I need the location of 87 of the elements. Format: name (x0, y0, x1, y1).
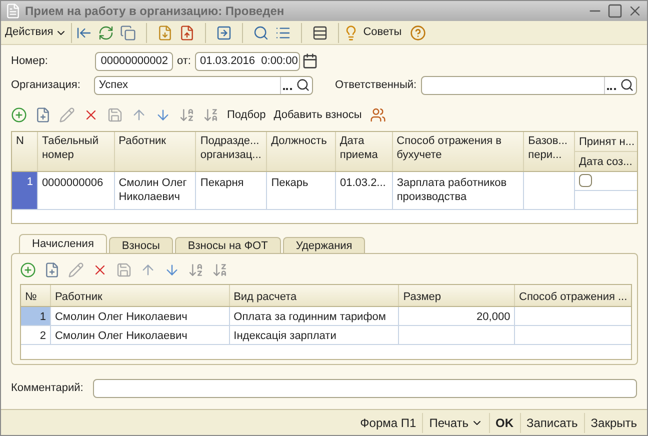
table-cell: 20,000 (398, 307, 514, 325)
table-cell: 01.03.2... (334, 172, 392, 209)
refresh-icon[interactable] (98, 24, 114, 40)
column-header[interactable]: Подразде... организац... (195, 132, 266, 171)
maximize-icon[interactable] (607, 3, 623, 19)
sort-descending-icon[interactable] (212, 262, 228, 278)
move-down-icon[interactable] (155, 107, 171, 123)
column-header[interactable]: Принят н... (575, 132, 637, 152)
tab[interactable]: Взносы (108, 237, 173, 253)
move-up-icon[interactable] (131, 107, 147, 123)
column-header[interactable]: Должность (266, 132, 335, 171)
toolbar-button[interactable]: Подбор (227, 106, 266, 124)
sort-descending-icon[interactable] (203, 107, 219, 123)
add-icon[interactable] (20, 262, 36, 278)
document-down-icon[interactable] (157, 24, 174, 40)
footer-button[interactable]: Форма П1 (354, 414, 422, 432)
search-icon[interactable] (620, 78, 634, 92)
actions-menu[interactable]: Действия (5, 24, 68, 41)
preview-icon[interactable] (253, 24, 270, 40)
date-field[interactable]: 01.03.2016 0:00:00 (194, 52, 300, 70)
table-cell: Пекарня (195, 172, 266, 209)
move-down-icon[interactable] (164, 262, 180, 278)
document-up-icon[interactable] (179, 24, 196, 40)
checkbox[interactable] (579, 174, 592, 187)
edit-icon[interactable] (59, 107, 75, 123)
window-title: Прием на работу в организацию: Проведен (25, 3, 286, 20)
field-label: Номер: (11, 54, 49, 69)
tab[interactable]: Взносы на ФОТ (174, 237, 281, 253)
column-header[interactable]: Способ отражения в бухучете (392, 132, 524, 171)
column-header[interactable]: № (21, 285, 50, 306)
field-label: от: (177, 54, 191, 69)
column-header[interactable]: Способ отражения ... (514, 285, 631, 306)
structure-icon[interactable] (312, 24, 328, 40)
copy-icon[interactable] (120, 24, 136, 40)
table-cell: Смолин Олег Николаевич (50, 307, 229, 325)
help-icon[interactable] (410, 24, 426, 40)
save-icon[interactable] (107, 107, 123, 123)
calendar-icon[interactable] (302, 53, 318, 69)
column-header[interactable]: Работник (114, 132, 196, 171)
tab[interactable]: Начисления (19, 234, 107, 253)
table-cell: Оплата за годинним тарифом (228, 307, 398, 325)
toolbar-button[interactable]: Добавить взносы (274, 106, 362, 124)
footer-button[interactable]: Закрыть (584, 414, 643, 432)
number-field[interactable]: 00000000002 (95, 52, 173, 70)
table-cell: Смолин Олег Николаевич (114, 172, 196, 209)
tips-button[interactable]: Советы (343, 24, 402, 41)
field-label: Комментарий: (11, 381, 84, 396)
comment-field[interactable] (92, 379, 637, 398)
table-cell: Індексація зарплати (228, 326, 398, 344)
search-icon[interactable] (296, 78, 310, 92)
sort-ascending-icon[interactable] (188, 262, 204, 278)
go-to-icon[interactable] (216, 24, 232, 40)
column-header[interactable]: Работник (50, 285, 229, 306)
responsible-field[interactable] (420, 76, 637, 94)
table-cell: Смолин Олег Николаевич (50, 326, 229, 344)
field-label: Организация: (11, 78, 82, 93)
column-header[interactable]: Дата соз... (575, 152, 637, 171)
row-number-cell[interactable]: 2 (21, 326, 50, 344)
column-header[interactable]: Вид расчета (228, 285, 398, 306)
add-icon[interactable] (11, 107, 27, 123)
move-up-icon[interactable] (140, 262, 156, 278)
copy-row-icon[interactable] (44, 262, 60, 278)
people-icon[interactable] (370, 107, 386, 123)
column-header[interactable]: N (12, 132, 37, 171)
column-header[interactable]: Базов... пери... (523, 132, 574, 171)
field-label: Ответственный: (335, 78, 418, 93)
choose-icon[interactable] (280, 76, 294, 94)
footer-button[interactable]: OK (490, 414, 520, 432)
row-number-cell[interactable]: 1 (21, 307, 50, 325)
sort-ascending-icon[interactable] (179, 107, 195, 123)
choose-icon[interactable] (604, 76, 618, 94)
edit-icon[interactable] (68, 262, 84, 278)
organization-field[interactable]: Успех (94, 76, 313, 94)
column-header[interactable]: Табельный номер (36, 132, 114, 171)
table-cell: Пекарь (266, 172, 335, 209)
table-cell: 0000000006 (36, 172, 114, 209)
footer-button[interactable]: Записать (520, 414, 584, 432)
table-cell: Зарплата работников производства (392, 172, 524, 209)
footer-button[interactable]: Печать (423, 414, 488, 432)
column-header[interactable]: Дата приема (334, 132, 392, 171)
save-icon[interactable] (116, 262, 132, 278)
copy-row-icon[interactable] (35, 107, 51, 123)
tab[interactable]: Удержания (282, 237, 366, 253)
document-icon (5, 3, 21, 19)
row-number-cell[interactable]: 1 (12, 172, 37, 209)
list-icon[interactable] (275, 24, 292, 40)
column-header[interactable]: Размер (398, 285, 514, 306)
